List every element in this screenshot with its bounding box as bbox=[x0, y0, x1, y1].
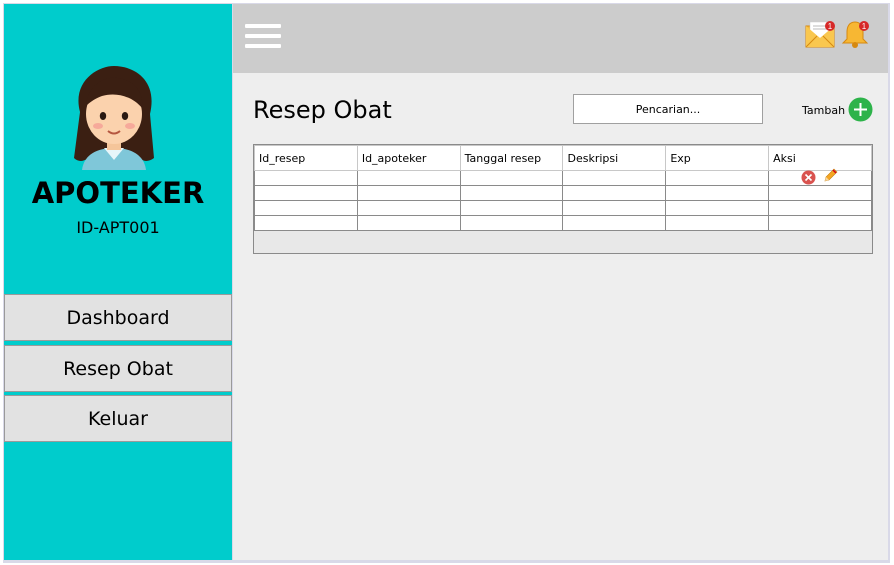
delete-icon[interactable] bbox=[801, 170, 816, 185]
nav-keluar-label: Keluar bbox=[88, 407, 148, 430]
table-cell[interactable] bbox=[356, 200, 461, 216]
column-header[interactable]: Aksi bbox=[768, 145, 872, 171]
main-content: Resep Obat Tambah Id_resep Id_apoteker T… bbox=[233, 73, 888, 560]
table-cell[interactable] bbox=[356, 215, 461, 231]
table-row[interactable] bbox=[254, 215, 872, 231]
table-cell[interactable] bbox=[356, 170, 461, 186]
page-title: Resep Obat bbox=[253, 96, 392, 124]
table-row[interactable] bbox=[254, 168, 872, 186]
column-header[interactable]: Id_resep bbox=[254, 145, 358, 171]
table-cell[interactable] bbox=[665, 200, 770, 216]
bell-badge: 1 bbox=[862, 22, 867, 31]
table-cell[interactable] bbox=[562, 170, 667, 186]
table-cell[interactable] bbox=[562, 185, 667, 201]
top-bar: 1 1 bbox=[233, 4, 888, 73]
sidebar: APOTEKER ID-APT001 Dashboard Resep Obat … bbox=[4, 4, 232, 560]
user-avatar-icon bbox=[74, 66, 154, 170]
table-cell[interactable] bbox=[254, 185, 358, 201]
table-row[interactable] bbox=[254, 200, 872, 216]
nav-dashboard-button[interactable]: Dashboard bbox=[4, 294, 232, 341]
search-input[interactable] bbox=[573, 94, 763, 124]
row-actions-cell bbox=[768, 168, 872, 186]
table-cell[interactable] bbox=[459, 170, 564, 186]
nav-resep-obat-label: Resep Obat bbox=[63, 357, 173, 380]
table-cell[interactable] bbox=[254, 170, 358, 186]
table-cell[interactable] bbox=[665, 215, 770, 231]
mail-icon[interactable]: 1 bbox=[805, 19, 837, 51]
table-row[interactable] bbox=[254, 185, 872, 201]
notification-bell-icon[interactable]: 1 bbox=[840, 18, 872, 50]
table-cell[interactable] bbox=[562, 215, 667, 231]
table-cell[interactable] bbox=[459, 215, 564, 231]
column-header[interactable]: Deskripsi bbox=[562, 145, 667, 171]
table-cell[interactable] bbox=[665, 185, 770, 201]
table-cell[interactable] bbox=[768, 200, 872, 216]
column-header[interactable]: Id_apoteker bbox=[356, 145, 461, 171]
table-header-row: Id_resep Id_apoteker Tanggal resep Deskr… bbox=[254, 145, 872, 171]
column-header[interactable]: Exp bbox=[665, 145, 770, 171]
user-id: ID-APT001 bbox=[76, 218, 160, 237]
user-role: APOTEKER bbox=[31, 176, 205, 210]
edit-pencil-icon[interactable] bbox=[822, 168, 838, 184]
table-cell[interactable] bbox=[254, 215, 358, 231]
table-cell[interactable] bbox=[356, 185, 461, 201]
nav-resep-obat-button[interactable]: Resep Obat bbox=[4, 345, 232, 392]
column-header[interactable]: Tanggal resep bbox=[459, 145, 564, 171]
table-cell[interactable] bbox=[459, 200, 564, 216]
add-label: Tambah bbox=[802, 104, 846, 117]
nav-dashboard-label: Dashboard bbox=[66, 306, 170, 329]
add-button[interactable] bbox=[848, 97, 873, 122]
table-cell[interactable] bbox=[665, 170, 770, 186]
mail-badge: 1 bbox=[828, 22, 833, 31]
nav-keluar-button[interactable]: Keluar bbox=[4, 395, 232, 442]
table-cell[interactable] bbox=[459, 185, 564, 201]
hamburger-menu-icon[interactable] bbox=[245, 24, 281, 50]
table-cell[interactable] bbox=[254, 200, 358, 216]
resep-table: Id_resep Id_apoteker Tanggal resep Deskr… bbox=[253, 144, 873, 254]
table-cell[interactable] bbox=[562, 200, 667, 216]
table-cell[interactable] bbox=[768, 185, 872, 201]
table-cell[interactable] bbox=[768, 215, 872, 231]
